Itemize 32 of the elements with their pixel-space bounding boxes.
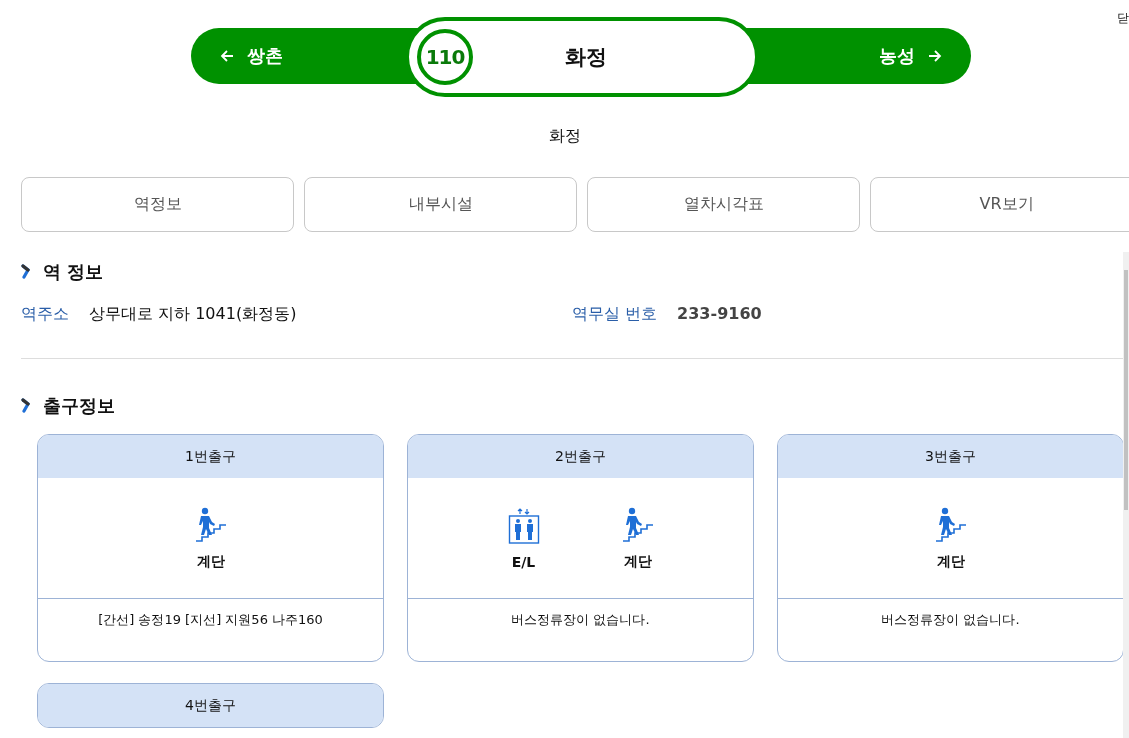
station-name: 화정 (564, 44, 608, 71)
facility-label: 계단 (936, 552, 965, 571)
arrow-left-icon (219, 48, 235, 64)
exit-title: 4번출구 (38, 684, 383, 727)
bus-info: 버스정류장이 없습니다. (880, 611, 1021, 629)
tab[interactable]: 열차시각표 (587, 177, 860, 232)
exit-title: 3번출구 (778, 435, 1123, 478)
bus-info: 버스정류장이 없습니다. (510, 611, 651, 629)
facility-label: E/L (511, 553, 536, 570)
close-link[interactable]: 닫 (1117, 10, 1129, 27)
facility-label: 계단 (196, 552, 225, 571)
tab[interactable]: 내부시설 (304, 177, 577, 232)
exit-title: 1번출구 (38, 435, 383, 478)
arrow-right-icon (927, 48, 943, 64)
station-number-badge: 110 (417, 29, 473, 85)
address-value: 상무대로 지하 1041(화정동) (89, 304, 297, 325)
tab[interactable]: VR보기 (870, 177, 1129, 232)
exit-title: 2번출구 (408, 435, 753, 478)
bus-info: [간선] 송정19 [지선] 지원56 나주160 (97, 611, 324, 629)
pencil-icon (21, 398, 33, 414)
section-heading: 역 정보 (43, 260, 104, 284)
pencil-icon (21, 264, 33, 280)
facility-label: 계단 (623, 552, 652, 571)
prev-station-link[interactable]: 쌍촌 (191, 44, 319, 68)
page-title: 화정 (547, 126, 582, 147)
scrollbar[interactable] (1123, 252, 1129, 738)
field-label: 역무실 번호 (572, 304, 658, 325)
phone-value: 233-9160 (677, 304, 762, 325)
field-label: 역주소 (21, 304, 69, 325)
tab[interactable]: 역정보 (21, 177, 294, 232)
section-heading: 출구정보 (43, 394, 115, 418)
next-station-link[interactable]: 농성 (843, 44, 971, 68)
